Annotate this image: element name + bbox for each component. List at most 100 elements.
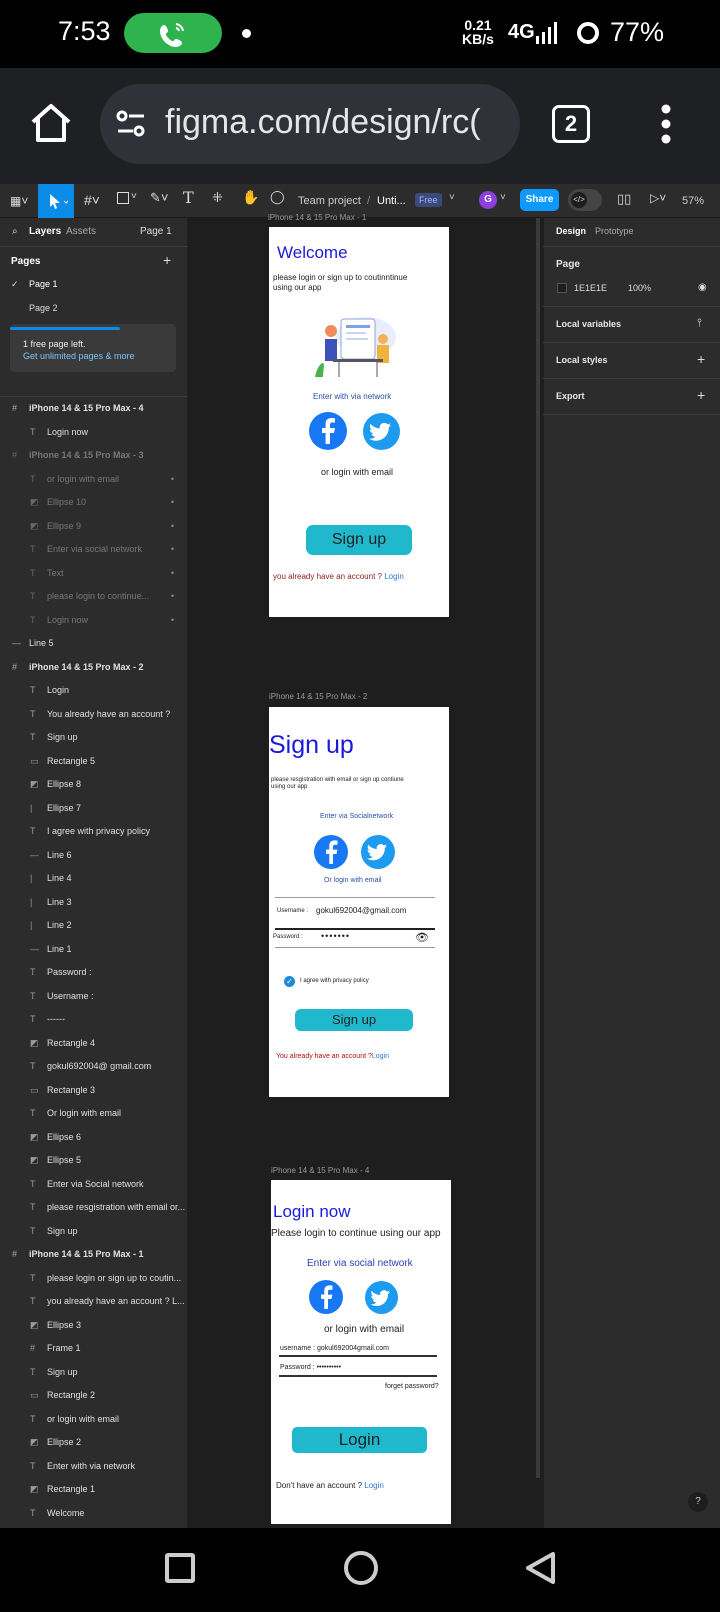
layer-row[interactable]: T Password : [0, 961, 188, 984]
page-item-page-1[interactable]: Page 1 [29, 279, 58, 289]
page-selector[interactable]: Page 1 [140, 226, 172, 237]
tab-prototype[interactable]: Prototype [595, 226, 634, 236]
password-value[interactable]: ••••••• [321, 931, 350, 941]
move-tool-button[interactable] [38, 184, 74, 218]
frame-label-2[interactable]: iPhone 14 & 15 Pro Max - 2 [269, 692, 367, 701]
layer-row[interactable]: ▭ Rectangle 5 [0, 750, 188, 773]
avatar[interactable]: G [479, 191, 497, 209]
layer-row[interactable]: T Login [0, 679, 188, 702]
layer-row[interactable]: Tyou already have an account ? L... [0, 1290, 188, 1313]
comment-tool-icon[interactable]: ◯ [270, 189, 285, 205]
layer-row[interactable]: # iPhone 14 & 15 Pro Max - 3 [0, 444, 188, 467]
frame-signup[interactable]: Sign up please resgistration with email … [269, 707, 449, 1097]
hidden-dot-icon[interactable]: • [171, 538, 174, 561]
layer-row[interactable]: # Frame 1 [0, 1337, 188, 1360]
avatar-chevron-icon[interactable]: ˅ [500, 192, 506, 203]
recent-apps-icon[interactable] [165, 1553, 195, 1583]
layer-row[interactable]: T Sign up [0, 726, 188, 749]
password-field[interactable]: Password : •••••••••• [280, 1364, 341, 1371]
login-button[interactable]: Login [292, 1427, 427, 1453]
twitter-icon[interactable] [361, 835, 395, 869]
layer-row[interactable]: ◩ Ellipse 8 [0, 773, 188, 796]
add-export-plus-icon[interactable]: + [697, 387, 705, 403]
layer-row[interactable]: T I agree with privacy policy [0, 820, 188, 843]
text-tool-icon[interactable]: T [183, 188, 194, 207]
layer-row[interactable]: — Line 1 [0, 938, 188, 961]
hand-tool-icon[interactable]: ✋ [242, 189, 259, 206]
layer-row[interactable]: T Text • [0, 562, 188, 585]
login-link[interactable]: Login [384, 572, 404, 581]
share-button[interactable]: Share [520, 189, 559, 211]
layer-row[interactable]: ◩ Ellipse 9 • [0, 515, 188, 538]
ongoing-call-pill[interactable] [124, 13, 222, 53]
bg-opacity[interactable]: 100% [628, 283, 651, 293]
export-heading[interactable]: Export [556, 391, 585, 401]
layer-row[interactable]: T Login now [0, 421, 188, 444]
layer-row[interactable]: Tgokul692004@ gmail.com [0, 1055, 188, 1078]
eye-icon[interactable]: 👁 [415, 931, 429, 944]
layer-row[interactable]: | Line 3 [0, 891, 188, 914]
url-text[interactable]: figma.com/design/rc( [165, 103, 505, 142]
add-page-plus-icon[interactable]: + [163, 252, 171, 268]
canvas-scrollbar[interactable] [536, 218, 540, 1478]
twitter-icon[interactable] [363, 413, 400, 450]
layer-row[interactable]: T Enter with via network [0, 1455, 188, 1478]
layer-row[interactable]: T Sign up [0, 1220, 188, 1243]
upgrade-link[interactable]: Get unlimited pages & more [23, 351, 135, 361]
back-icon[interactable] [524, 1551, 558, 1585]
chevron-down-icon[interactable]: ˅ [131, 191, 137, 202]
layer-row[interactable]: T Username : [0, 985, 188, 1008]
visibility-eye-icon[interactable]: ◉ [698, 282, 707, 293]
login-link[interactable]: Login [372, 1053, 389, 1060]
tab-assets[interactable]: Assets [66, 226, 96, 237]
help-button[interactable]: ? [688, 1492, 708, 1512]
local-variables[interactable]: Local variables [556, 319, 621, 329]
layer-row[interactable]: ▭ Rectangle 2 [0, 1384, 188, 1407]
layer-row[interactable]: T Enter via Social network [0, 1173, 188, 1196]
add-style-plus-icon[interactable]: + [697, 351, 705, 367]
present-play-icon[interactable]: ▷˅ [650, 191, 666, 205]
facebook-icon[interactable] [309, 412, 347, 450]
zoom-level[interactable]: 57% [682, 184, 704, 218]
twitter-icon[interactable] [365, 1281, 398, 1314]
hidden-dot-icon[interactable]: • [171, 585, 174, 608]
bg-color-swatch[interactable] [557, 283, 567, 293]
layer-row[interactable]: ◩ Ellipse 3 [0, 1314, 188, 1337]
components-tool-icon[interactable]: ⁜ [212, 190, 223, 206]
layer-row[interactable]: Tplease resgistration with email or... [0, 1196, 188, 1219]
username-field[interactable]: username : gokul692004gmail.com [280, 1345, 389, 1352]
layer-row[interactable]: T You already have an account ? [0, 703, 188, 726]
dev-mode-toggle[interactable]: </> [568, 189, 602, 211]
layer-row[interactable]: ◩ Ellipse 2 [0, 1431, 188, 1454]
layer-row[interactable]: ◩ Ellipse 10 • [0, 491, 188, 514]
layer-row[interactable]: T Enter via social network • [0, 538, 188, 561]
layer-row[interactable]: # iPhone 14 & 15 Pro Max - 1 [0, 1243, 188, 1266]
layer-row[interactable]: — Line 5 [0, 632, 188, 655]
layer-row[interactable]: | Ellipse 7 [0, 797, 188, 820]
layer-row[interactable]: Tplease login or sign up to coutin... [0, 1267, 188, 1290]
file-menu-chevron-icon[interactable]: ˅ [449, 192, 455, 203]
file-name[interactable]: Unti... [377, 184, 406, 218]
signup-button[interactable]: Sign up [306, 525, 412, 555]
layer-row[interactable]: — Line 6 [0, 844, 188, 867]
search-icon[interactable]: ⌕ [12, 226, 18, 237]
frame-tool-icon[interactable]: #˅ [84, 192, 100, 208]
layer-row[interactable]: | Line 2 [0, 914, 188, 937]
frame-welcome[interactable]: Welcome please login or sign up to couti… [269, 227, 449, 617]
bg-color-hex[interactable]: 1E1E1E [574, 283, 607, 293]
facebook-icon[interactable] [309, 1280, 343, 1314]
layer-row[interactable]: | Line 4 [0, 867, 188, 890]
layer-row[interactable]: ◩ Rectangle 4 [0, 1032, 188, 1055]
hidden-dot-icon[interactable]: • [171, 609, 174, 632]
layer-row[interactable]: # iPhone 14 & 15 Pro Max - 2 [0, 656, 188, 679]
rectangle-tool-icon[interactable] [117, 192, 129, 204]
more-menu-icon[interactable] [660, 104, 672, 144]
login-link[interactable]: Login [364, 1481, 384, 1490]
layer-row[interactable]: T Welcome [0, 1502, 188, 1525]
layer-row[interactable]: T Or login with email [0, 1102, 188, 1125]
layer-row[interactable]: T ------ [0, 1008, 188, 1031]
hidden-dot-icon[interactable]: • [171, 491, 174, 514]
signup-button[interactable]: Sign up [295, 1009, 413, 1031]
layer-row[interactable]: ◩ Ellipse 6 [0, 1126, 188, 1149]
frame-label-1[interactable]: iPhone 14 & 15 Pro Max - 1 [268, 213, 366, 221]
